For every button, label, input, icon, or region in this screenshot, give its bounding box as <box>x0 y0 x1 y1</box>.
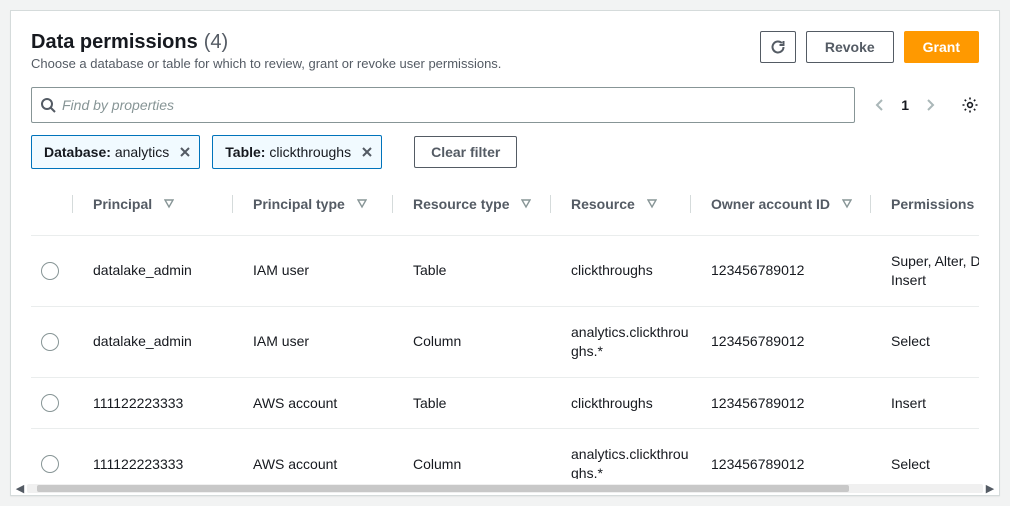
cell-principal: datalake_admin <box>83 236 243 307</box>
column-header-principal[interactable]: Principal <box>83 187 243 236</box>
filter-icon <box>647 199 657 209</box>
column-header-label: Owner account ID <box>711 196 830 212</box>
cell-resource-type: Column <box>403 429 561 479</box>
revoke-button[interactable]: Revoke <box>806 31 894 63</box>
close-icon <box>179 146 191 158</box>
row-select-cell[interactable] <box>31 307 83 378</box>
cell-principal-type: IAM user <box>243 307 403 378</box>
row-select-cell[interactable] <box>31 429 83 479</box>
search-box[interactable] <box>31 87 855 123</box>
page-title: Data permissions <box>31 31 198 54</box>
filter-bar: Database: analytics Table: clickthroughs… <box>31 135 979 169</box>
cell-permissions: Insert <box>881 378 979 430</box>
radio-icon <box>41 333 59 351</box>
cell-permissions: Select <box>881 429 979 479</box>
filter-chip-remove[interactable] <box>361 146 373 158</box>
scroll-right-icon: ▶ <box>983 482 997 495</box>
scrollbar-thumb[interactable] <box>37 485 850 492</box>
cell-principal-type: IAM user <box>243 236 403 307</box>
cell-principal: 111122223333 <box>83 429 243 479</box>
row-select-cell[interactable] <box>31 236 83 307</box>
filter-chip-key: Database: <box>44 144 111 160</box>
cell-resource: clickthroughs <box>561 378 701 430</box>
data-permissions-panel: Data permissions (4) Choose a database o… <box>10 10 1000 496</box>
radio-icon <box>41 262 59 280</box>
column-header-principal-type[interactable]: Principal type <box>243 187 403 236</box>
column-header-label: Resource <box>571 196 635 212</box>
refresh-icon <box>770 39 786 55</box>
item-count: (4) <box>204 31 228 54</box>
filter-chip-table[interactable]: Table: clickthroughs <box>212 135 382 169</box>
column-header-resource-type[interactable]: Resource type <box>403 187 561 236</box>
grant-button[interactable]: Grant <box>904 31 979 63</box>
filter-chip-value: clickthroughs <box>269 144 351 160</box>
scrollbar-track[interactable] <box>27 484 983 493</box>
column-header-select <box>31 187 83 236</box>
column-header-label: Permissions <box>891 196 974 212</box>
permissions-table: Principal Principal type Resource type R… <box>31 187 979 479</box>
filter-chip-value: analytics <box>115 144 169 160</box>
cell-owner-account-id: 123456789012 <box>701 378 881 430</box>
cell-resource-type: Table <box>403 236 561 307</box>
radio-icon <box>41 394 59 412</box>
cell-resource-type: Table <box>403 378 561 430</box>
filter-icon <box>842 199 852 209</box>
cell-principal: 111122223333 <box>83 378 243 430</box>
cell-resource-type: Column <box>403 307 561 378</box>
column-header-label: Resource type <box>413 196 509 212</box>
cell-permissions: Select <box>881 307 979 378</box>
gear-icon <box>961 96 979 114</box>
cell-principal-type: AWS account <box>243 429 403 479</box>
row-select-cell[interactable] <box>31 378 83 430</box>
column-header-permissions[interactable]: Permissions <box>881 187 979 236</box>
pagination: 1 <box>875 96 979 114</box>
filter-icon <box>521 199 531 209</box>
cell-resource: clickthroughs <box>561 236 701 307</box>
filter-chip-key: Table: <box>225 144 265 160</box>
settings-button[interactable] <box>961 96 979 114</box>
cell-resource: analytics.clickthroughs.* <box>561 307 701 378</box>
page-subtitle: Choose a database or table for which to … <box>31 56 760 71</box>
search-icon <box>40 97 56 113</box>
cell-principal: datalake_admin <box>83 307 243 378</box>
refresh-button[interactable] <box>760 31 796 63</box>
filter-icon <box>164 199 174 209</box>
column-header-resource[interactable]: Resource <box>561 187 701 236</box>
next-page-button[interactable] <box>925 97 935 113</box>
cell-owner-account-id: 123456789012 <box>701 429 881 479</box>
scroll-left-icon: ◀ <box>13 482 27 495</box>
table-scroll-area[interactable]: Principal Principal type Resource type R… <box>31 187 979 479</box>
radio-icon <box>41 455 59 473</box>
cell-permissions: Super, Alter, Delete, Drop, Insert <box>881 236 979 307</box>
column-header-owner-account-id[interactable]: Owner account ID <box>701 187 881 236</box>
filter-icon <box>357 199 367 209</box>
close-icon <box>361 146 373 158</box>
search-input[interactable] <box>56 97 846 113</box>
horizontal-scrollbar[interactable]: ◀ ▶ <box>11 481 999 495</box>
cell-principal-type: AWS account <box>243 378 403 430</box>
cell-resource: analytics.clickthroughs.* <box>561 429 701 479</box>
column-header-label: Principal type <box>253 196 345 212</box>
column-header-label: Principal <box>93 196 152 212</box>
filter-chip-database[interactable]: Database: analytics <box>31 135 200 169</box>
prev-page-button[interactable] <box>875 97 885 113</box>
clear-filter-button[interactable]: Clear filter <box>414 136 517 168</box>
cell-owner-account-id: 123456789012 <box>701 307 881 378</box>
cell-owner-account-id: 123456789012 <box>701 236 881 307</box>
chevron-left-icon <box>875 97 885 113</box>
filter-chip-remove[interactable] <box>179 146 191 158</box>
page-number: 1 <box>901 97 909 113</box>
chevron-right-icon <box>925 97 935 113</box>
